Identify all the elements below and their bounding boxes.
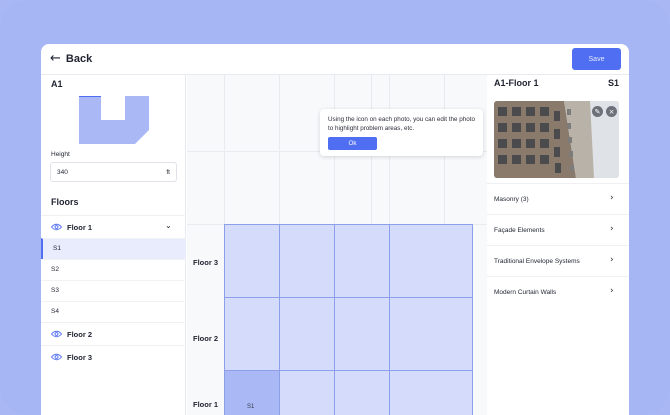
space-label: S2 <box>51 266 59 273</box>
top-bar: ← Back Save <box>41 44 629 75</box>
category-label: Traditional Envelope Systems <box>494 258 580 265</box>
floor-row-label: Floor 1 <box>193 400 219 409</box>
chevron-right-icon: › <box>610 224 614 234</box>
app-window: ← Back Save A1 Height 340 ft Floors Floo… <box>41 44 629 415</box>
chevron-right-icon: › <box>610 193 614 203</box>
height-input[interactable]: 340 ft <box>50 162 177 182</box>
floor1-cell[interactable] <box>334 370 390 415</box>
height-label: Height <box>51 151 70 158</box>
category-label: Masonry (3) <box>494 196 529 203</box>
floor3-cell[interactable] <box>334 224 390 298</box>
floor-item-3[interactable]: Floor 3 <box>41 345 186 368</box>
arrow-left-icon: ← <box>50 51 61 66</box>
space-label: S1 <box>53 245 61 252</box>
space-item-s4[interactable]: S4 <box>41 301 186 322</box>
floor3-cell[interactable] <box>224 224 280 298</box>
floor2-cell[interactable] <box>279 297 335 371</box>
floor3-cell[interactable] <box>279 224 335 298</box>
cell-label: S1 <box>247 404 255 410</box>
category-facade[interactable]: Façade Elements › <box>487 214 629 245</box>
chevron-right-icon: › <box>610 286 614 296</box>
elevation-canvas[interactable]: S1 Floor 3 Floor 2 Floor 1 Using the ico… <box>187 75 487 415</box>
close-icon[interactable]: × <box>606 106 617 117</box>
floor-row-label: Floor 2 <box>193 334 219 343</box>
eye-icon[interactable] <box>51 223 62 231</box>
eye-icon[interactable] <box>51 353 62 361</box>
floor2-cell[interactable] <box>334 297 390 371</box>
category-label: Façade Elements <box>494 227 545 234</box>
eye-icon[interactable] <box>51 330 62 338</box>
height-unit: ft <box>166 169 170 176</box>
chevron-right-icon: › <box>610 255 614 265</box>
floor2-cell[interactable] <box>224 297 280 371</box>
category-masonry[interactable]: Masonry (3) › <box>487 183 629 214</box>
height-value: 340 <box>57 169 68 176</box>
tooltip-text: Using the icon on each photo, you can ed… <box>328 116 476 132</box>
save-button[interactable]: Save <box>572 48 621 70</box>
detail-panel: A1-Floor 1 S1 ✎ × Masonry (3) › Façade E… <box>487 75 629 415</box>
floors-title: Floors <box>51 197 79 207</box>
edit-icon[interactable]: ✎ <box>592 106 603 117</box>
hint-tooltip: Using the icon on each photo, you can ed… <box>320 109 483 156</box>
back-button[interactable]: ← Back <box>50 52 92 65</box>
floor-item-2[interactable]: Floor 2 <box>41 322 186 345</box>
space-item-s1[interactable]: S1 <box>41 238 186 259</box>
floor-label: Floor 1 <box>67 223 93 232</box>
left-panel: A1 Height 340 ft Floors Floor 1 ⌄ S1 S2 … <box>41 75 186 415</box>
floor1-cell[interactable] <box>279 370 335 415</box>
floor-label: Floor 2 <box>67 330 93 339</box>
detail-space: S1 <box>608 78 620 88</box>
building-photo[interactable]: ✎ × <box>494 101 619 178</box>
space-item-s2[interactable]: S2 <box>41 259 186 280</box>
space-item-s3[interactable]: S3 <box>41 280 186 301</box>
building-footprint <box>79 96 149 144</box>
floor-label: Floor 3 <box>67 353 93 362</box>
back-label: Back <box>65 52 93 65</box>
category-traditional-envelope[interactable]: Traditional Envelope Systems › <box>487 245 629 276</box>
category-label: Modern Curtain Walls <box>494 289 557 296</box>
building-name: A1 <box>51 79 63 89</box>
ok-button[interactable]: Ok <box>328 137 377 150</box>
floor3-cell[interactable] <box>389 224 473 298</box>
category-curtain-walls[interactable]: Modern Curtain Walls › <box>487 276 629 307</box>
detail-title: A1-Floor 1 <box>494 78 539 88</box>
floor-row-label: Floor 3 <box>193 258 219 267</box>
floor2-cell[interactable] <box>389 297 473 371</box>
floor-item-1[interactable]: Floor 1 ⌄ <box>41 215 186 238</box>
floor1-cell-s1[interactable]: S1 <box>224 370 280 415</box>
space-label: S3 <box>51 287 59 294</box>
floor1-cell[interactable] <box>389 370 473 415</box>
chevron-down-icon[interactable]: ⌄ <box>165 221 172 230</box>
space-label: S4 <box>51 308 59 315</box>
